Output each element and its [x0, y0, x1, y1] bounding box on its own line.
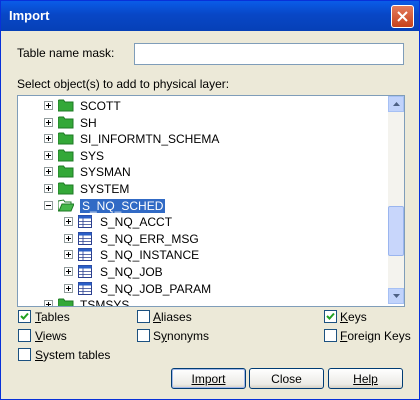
close-window-button[interactable] [391, 5, 414, 28]
tree-table-item[interactable]: S_NQ_INSTANCE [18, 247, 388, 263]
tree-item-label: SYSMAN [80, 165, 131, 180]
arrow-up-icon [392, 102, 400, 106]
tree-item-label: SI_INFORMTN_SCHEMA [80, 132, 220, 147]
expand-icon[interactable] [44, 150, 53, 160]
import-button[interactable]: Import [171, 368, 246, 389]
aliases-label: Aliases [153, 310, 192, 324]
system-tables-label: System tables [35, 348, 111, 362]
folder-icon [57, 149, 74, 162]
keys-checkbox[interactable] [324, 310, 337, 323]
close-icon [397, 11, 408, 22]
expand-icon[interactable] [64, 250, 73, 260]
expand-icon[interactable] [64, 233, 73, 243]
folder-icon [57, 99, 74, 112]
tree-schema-item[interactable]: TSMSYS [18, 297, 388, 307]
expand-icon[interactable] [64, 267, 73, 276]
tree-schema-item[interactable]: S_NQ_SCHED [18, 197, 388, 214]
expand-icon[interactable] [64, 217, 73, 227]
foreign-keys-label: Foreign Keys [340, 329, 411, 343]
tree-item-label: TSMSYS [80, 298, 130, 307]
synonyms-label: Synonyms [153, 329, 210, 343]
folder-icon [57, 132, 74, 145]
folder-icon [57, 116, 74, 129]
keys-label: Keys [340, 310, 367, 324]
tree-item-label: S_NQ_SCHED [78, 197, 167, 214]
tree-item-label: SCOTT [80, 99, 121, 113]
tree-table-item[interactable]: S_NQ_JOB_PARAM [18, 281, 388, 297]
check-icon [326, 312, 335, 320]
table-icon [78, 265, 92, 278]
tree-schema-item[interactable]: SI_INFORMTN_SCHEMA [18, 131, 388, 147]
table-icon [78, 281, 92, 295]
tree-item-label: S_NQ_JOB [100, 265, 163, 279]
tree-schema-item[interactable]: SYS [18, 148, 388, 164]
tree-schema-item[interactable]: SYSTEM [18, 181, 388, 197]
expand-icon[interactable] [44, 101, 53, 110]
object-tree[interactable]: SCOTT SH SI_INFORMTN_SCHEMA SYS SYSMAN SYSTEM… [17, 95, 405, 307]
tree-schema-item[interactable]: SYSMAN [18, 164, 388, 180]
scroll-down-button[interactable] [388, 288, 404, 304]
select-objects-label: Select object(s) to add to physical laye… [17, 77, 230, 91]
tree-item-label: S_NQ_ERR_MSG [100, 231, 199, 246]
window-title: Import [9, 8, 50, 23]
mask-label: Table name mask: [17, 46, 115, 60]
folder-icon [57, 298, 74, 306]
arrow-down-icon [392, 294, 400, 298]
expand-icon[interactable] [64, 283, 73, 293]
folder-icon [57, 199, 75, 212]
tree-item-label: S_NQ_INSTANCE [100, 248, 200, 263]
expand-icon[interactable] [44, 134, 53, 144]
tree-schema-item[interactable]: SCOTT [18, 98, 388, 114]
synonyms-checkbox[interactable] [137, 329, 150, 342]
collapse-icon[interactable] [44, 200, 53, 210]
table-icon [78, 248, 92, 262]
tree-table-item[interactable]: S_NQ_JOB [18, 264, 388, 280]
tables-checkbox[interactable] [18, 310, 31, 323]
help-button[interactable]: Help [328, 368, 403, 389]
tree-item-label: S_NQ_JOB_PARAM [100, 281, 212, 296]
tree-schema-item[interactable]: SH [18, 115, 388, 131]
scroll-thumb[interactable] [388, 206, 404, 256]
system-tables-checkbox[interactable] [18, 348, 31, 361]
folder-icon [57, 182, 74, 195]
title-bar[interactable]: Import [1, 1, 419, 31]
import-dialog: Import Table name mask: Select object(s)… [0, 0, 420, 400]
scroll-up-button[interactable] [388, 96, 404, 112]
table-icon [78, 231, 92, 245]
expand-icon[interactable] [44, 184, 53, 193]
table-name-mask-input[interactable] [134, 43, 404, 65]
foreign-keys-checkbox[interactable] [324, 329, 337, 342]
views-label: Views [35, 329, 67, 343]
tree-item-label: SYSTEM [80, 182, 130, 196]
check-icon [20, 312, 29, 320]
tree-item-label: S_NQ_ACCT [100, 215, 173, 230]
expand-icon[interactable] [44, 300, 53, 306]
tables-label: Tables [35, 310, 70, 324]
tree-vertical-scrollbar[interactable] [388, 96, 404, 304]
expand-icon[interactable] [44, 117, 53, 127]
close-button[interactable]: Close [249, 368, 324, 389]
tree-item-label: SH [80, 115, 97, 130]
aliases-checkbox[interactable] [137, 310, 150, 323]
expand-icon[interactable] [44, 167, 53, 177]
folder-icon [57, 165, 74, 178]
views-checkbox[interactable] [18, 329, 31, 342]
tree-table-item[interactable]: S_NQ_ACCT [18, 214, 388, 230]
table-icon [78, 215, 92, 229]
tree-table-item[interactable]: S_NQ_ERR_MSG [18, 231, 388, 247]
tree-item-label: SYS [80, 148, 105, 163]
